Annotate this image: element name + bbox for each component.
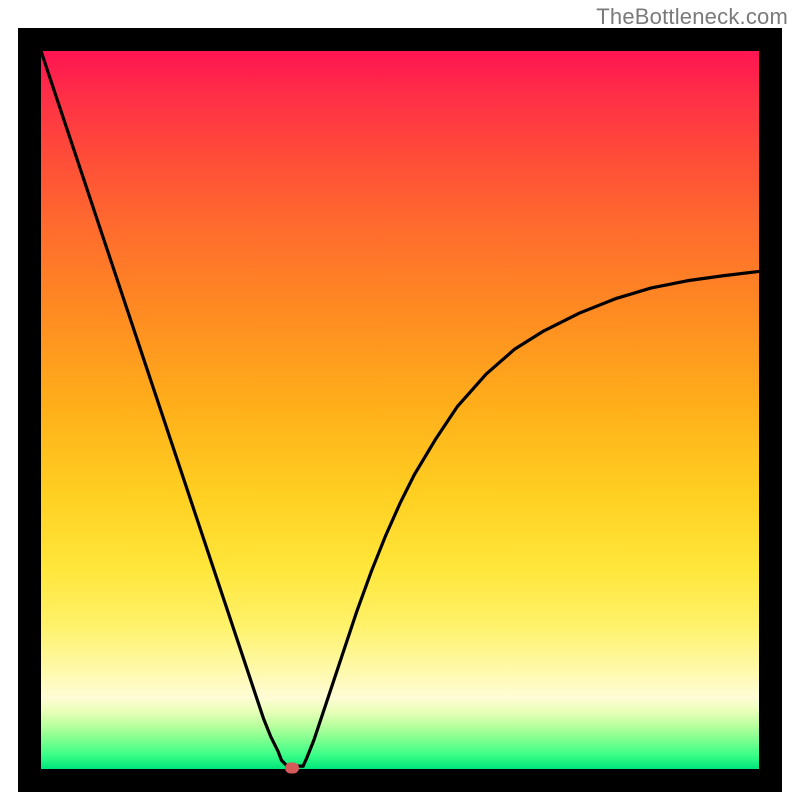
- optimal-point-marker: [285, 762, 299, 773]
- watermark-text: TheBottleneck.com: [596, 4, 788, 30]
- chart-frame: [18, 28, 782, 792]
- chart-container: TheBottleneck.com: [0, 0, 800, 800]
- bottleneck-curve: [41, 51, 759, 769]
- plot-area: [41, 51, 759, 769]
